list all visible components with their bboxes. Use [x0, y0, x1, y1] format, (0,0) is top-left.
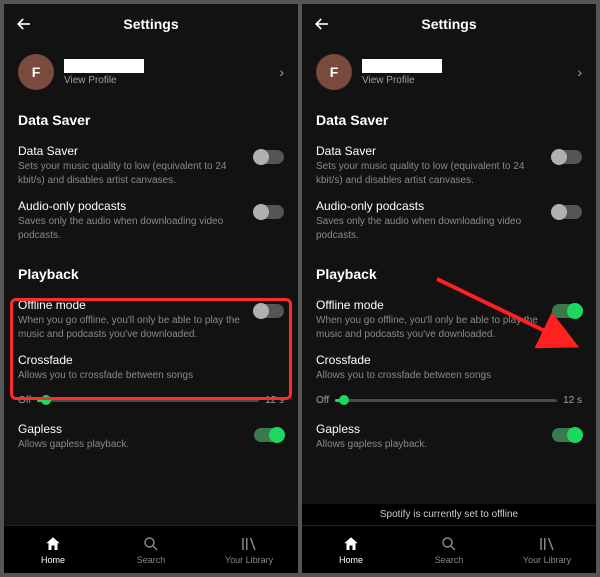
- crossfade-title: Crossfade: [18, 353, 274, 367]
- nav-home[interactable]: Home: [4, 526, 102, 573]
- back-icon[interactable]: [312, 14, 332, 34]
- audio-only-toggle[interactable]: [254, 205, 284, 219]
- crossfade-min: Off: [316, 395, 329, 406]
- header: Settings: [4, 4, 298, 44]
- gapless-title: Gapless: [316, 422, 542, 436]
- phone-right: Settings F View Profile › Data Saver Dat…: [302, 4, 596, 573]
- crossfade-slider-row: Off 12 s: [316, 389, 582, 416]
- crossfade-slider-row: Off 12 s: [18, 389, 284, 416]
- setting-audio-only: Audio-only podcasts Saves only the audio…: [18, 193, 284, 248]
- profile-name-redacted: [362, 59, 442, 73]
- back-icon[interactable]: [14, 14, 34, 34]
- phone-left: Settings F View Profile › Data Saver Dat…: [4, 4, 298, 573]
- nav-home[interactable]: Home: [302, 526, 400, 573]
- avatar: F: [316, 54, 352, 90]
- offline-title: Offline mode: [18, 298, 244, 312]
- setting-offline: Offline mode When you go offline, you'll…: [18, 292, 284, 347]
- bottom-nav: Home Search Your Library: [4, 525, 298, 573]
- profile-row[interactable]: F View Profile ›: [18, 48, 284, 94]
- nav-search-label: Search: [137, 555, 166, 565]
- chevron-right-icon: ›: [577, 64, 582, 80]
- nav-search-label: Search: [435, 555, 464, 565]
- settings-content: F View Profile › Data Saver Data Saver S…: [4, 44, 298, 525]
- data-saver-toggle[interactable]: [552, 150, 582, 164]
- audio-only-title: Audio-only podcasts: [316, 199, 542, 213]
- section-playback: Playback: [18, 266, 284, 282]
- offline-desc: When you go offline, you'll only be able…: [316, 314, 542, 341]
- offline-toggle[interactable]: [254, 304, 284, 318]
- bottom-nav: Home Search Your Library: [302, 525, 596, 573]
- audio-only-desc: Saves only the audio when downloading vi…: [18, 215, 244, 242]
- profile-name-redacted: [64, 59, 144, 73]
- crossfade-max: 12 s: [563, 395, 582, 406]
- crossfade-desc: Allows you to crossfade between songs: [316, 369, 572, 383]
- crossfade-min: Off: [18, 395, 31, 406]
- header: Settings: [302, 4, 596, 44]
- setting-data-saver: Data Saver Sets your music quality to lo…: [18, 138, 284, 193]
- page-title: Settings: [421, 16, 476, 32]
- data-saver-title: Data Saver: [316, 144, 542, 158]
- section-data-saver: Data Saver: [316, 112, 582, 128]
- view-profile-label: View Profile: [362, 75, 577, 86]
- setting-data-saver: Data Saver Sets your music quality to lo…: [316, 138, 582, 193]
- chevron-right-icon: ›: [279, 64, 284, 80]
- avatar: F: [18, 54, 54, 90]
- view-profile-label: View Profile: [64, 75, 279, 86]
- setting-audio-only: Audio-only podcasts Saves only the audio…: [316, 193, 582, 248]
- gapless-desc: Allows gapless playback.: [316, 438, 542, 452]
- crossfade-max: 12 s: [265, 395, 284, 406]
- offline-title: Offline mode: [316, 298, 542, 312]
- audio-only-toggle[interactable]: [552, 205, 582, 219]
- gapless-toggle[interactable]: [552, 428, 582, 442]
- setting-crossfade: Crossfade Allows you to crossfade betwee…: [316, 347, 582, 389]
- crossfade-desc: Allows you to crossfade between songs: [18, 369, 274, 383]
- section-data-saver: Data Saver: [18, 112, 284, 128]
- offline-toggle[interactable]: [552, 304, 582, 318]
- data-saver-desc: Sets your music quality to low (equivale…: [316, 160, 542, 187]
- nav-search[interactable]: Search: [400, 526, 498, 573]
- crossfade-slider[interactable]: [37, 399, 259, 402]
- setting-gapless: Gapless Allows gapless playback.: [316, 416, 582, 458]
- nav-library[interactable]: Your Library: [200, 526, 298, 573]
- page-title: Settings: [123, 16, 178, 32]
- profile-name-block: View Profile: [64, 59, 279, 86]
- data-saver-toggle[interactable]: [254, 150, 284, 164]
- nav-library-label: Your Library: [225, 555, 273, 565]
- setting-offline: Offline mode When you go offline, you'll…: [316, 292, 582, 347]
- gapless-toggle[interactable]: [254, 428, 284, 442]
- nav-home-label: Home: [41, 555, 65, 565]
- nav-search[interactable]: Search: [102, 526, 200, 573]
- nav-library[interactable]: Your Library: [498, 526, 596, 573]
- crossfade-slider[interactable]: [335, 399, 557, 402]
- data-saver-desc: Sets your music quality to low (equivale…: [18, 160, 244, 187]
- data-saver-title: Data Saver: [18, 144, 244, 158]
- profile-row[interactable]: F View Profile ›: [316, 48, 582, 94]
- gapless-desc: Allows gapless playback.: [18, 438, 244, 452]
- section-playback: Playback: [316, 266, 582, 282]
- crossfade-title: Crossfade: [316, 353, 572, 367]
- nav-home-label: Home: [339, 555, 363, 565]
- settings-content: F View Profile › Data Saver Data Saver S…: [302, 44, 596, 525]
- nav-library-label: Your Library: [523, 555, 571, 565]
- audio-only-title: Audio-only podcasts: [18, 199, 244, 213]
- gapless-title: Gapless: [18, 422, 244, 436]
- profile-name-block: View Profile: [362, 59, 577, 86]
- offline-desc: When you go offline, you'll only be able…: [18, 314, 244, 341]
- setting-gapless: Gapless Allows gapless playback.: [18, 416, 284, 458]
- setting-crossfade: Crossfade Allows you to crossfade betwee…: [18, 347, 284, 389]
- audio-only-desc: Saves only the audio when downloading vi…: [316, 215, 542, 242]
- offline-toast: Spotify is currently set to offline: [302, 504, 596, 525]
